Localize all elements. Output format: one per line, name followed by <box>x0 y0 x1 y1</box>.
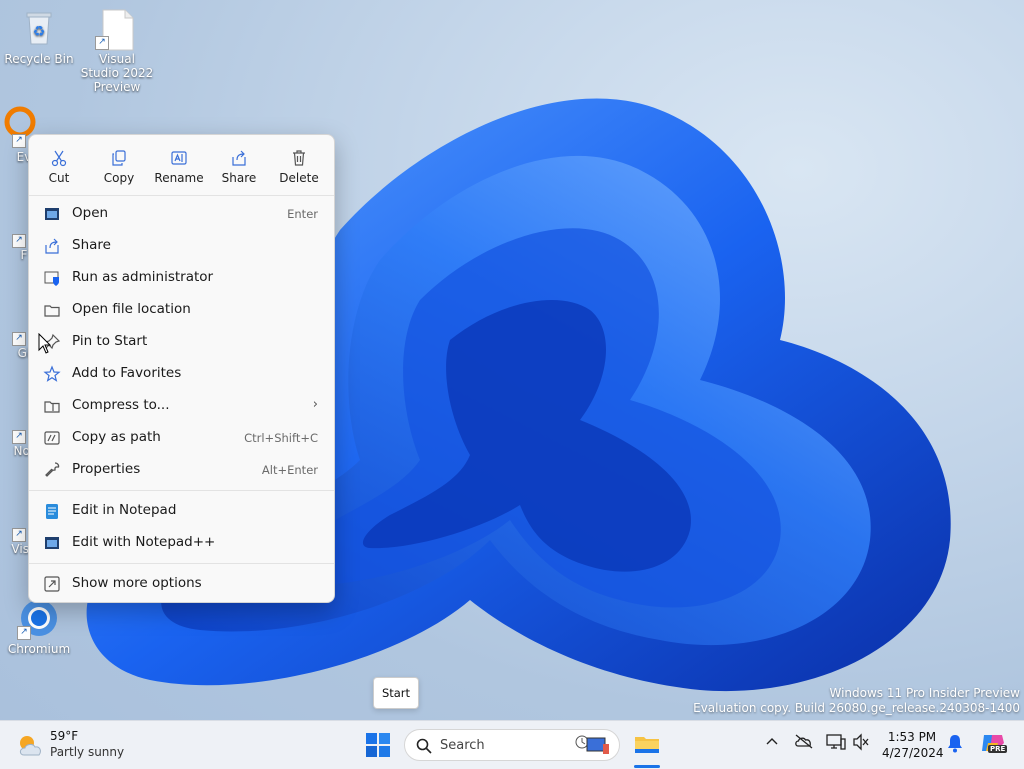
desktop-icon-label: Chromium <box>7 642 71 656</box>
shortcut-arrow-icon: ↗ <box>12 234 26 248</box>
menu-item-open[interactable]: Open Enter <box>29 198 334 230</box>
context-menu: Cut Copy Rename Share Delete Open Enter … <box>28 134 335 603</box>
clock-date: 4/27/2024 <box>882 746 944 760</box>
taskbar: 59°F Partly sunny Search 1:53 PM 4/27/20… <box>0 720 1024 769</box>
context-menu-quick-actions: Cut Copy Rename Share Delete <box>29 141 334 195</box>
search-highlight-icon <box>575 735 609 754</box>
desktop-icon-chromium[interactable]: ↗ Chromium <box>1 598 77 656</box>
cloud-offline-icon <box>795 734 813 749</box>
rename-icon <box>171 151 187 165</box>
shortcut-arrow-icon: ↗ <box>12 528 26 542</box>
file-explorer-icon <box>635 737 659 753</box>
menu-divider <box>29 563 334 564</box>
shortcut-arrow-icon: ↗ <box>12 134 26 148</box>
menu-item-edit-in-notepad[interactable]: Edit in Notepad <box>29 495 334 527</box>
recycle-bin-icon: ♻ <box>19 8 59 48</box>
delete-button[interactable]: Delete <box>269 141 329 195</box>
shortcut-arrow-icon: ↗ <box>17 626 31 640</box>
windows-logo-icon <box>366 733 390 757</box>
search-icon <box>416 738 432 754</box>
menu-divider <box>29 490 334 491</box>
shortcut-arrow-icon: ↗ <box>12 430 26 444</box>
taskbar-clock[interactable]: 1:53 PM 4/27/2024 <box>882 729 944 761</box>
file-explorer-button[interactable] <box>634 731 660 757</box>
chevron-up-icon <box>766 738 778 745</box>
cut-button[interactable]: Cut <box>29 141 89 195</box>
share-icon <box>232 150 246 166</box>
share-button[interactable]: Share <box>209 141 269 195</box>
svg-text:♻: ♻ <box>33 24 46 40</box>
menu-item-open-file-location[interactable]: Open file location <box>29 294 334 326</box>
copy-icon <box>112 150 126 166</box>
start-tooltip: Start <box>373 677 419 709</box>
rename-button[interactable]: Rename <box>149 141 209 195</box>
clock-time: 1:53 PM <box>887 730 937 744</box>
chevron-right-icon: › <box>312 397 318 412</box>
network-button[interactable] <box>826 733 848 755</box>
menu-divider <box>29 195 334 196</box>
watermark-line-1: Windows 11 Pro Insider Preview <box>829 686 1020 700</box>
menu-item-copy-as-path[interactable]: Copy as path Ctrl+Shift+C <box>29 422 334 454</box>
admin-shield-icon <box>44 271 59 286</box>
zip-folder-icon <box>44 401 60 413</box>
menu-item-pin-to-start[interactable]: Pin to Start <box>29 326 334 358</box>
notepad-icon <box>46 504 58 519</box>
start-button[interactable] <box>364 731 392 759</box>
menu-item-properties[interactable]: Properties Alt+Enter <box>29 454 334 486</box>
folder-icon <box>44 305 60 317</box>
notepadpp-icon <box>45 537 59 549</box>
desktop-icon-recycle-bin[interactable]: ♻ Recycle Bin <box>1 8 77 66</box>
weather-widget[interactable]: 59°F Partly sunny <box>14 727 134 763</box>
network-icon <box>826 734 846 750</box>
copy-button[interactable]: Copy <box>89 141 149 195</box>
show-hidden-icons-button[interactable] <box>764 733 786 755</box>
onedrive-button[interactable] <box>794 733 816 755</box>
menu-item-show-more-options[interactable]: Show more options <box>29 568 334 600</box>
app-window-icon <box>45 208 59 220</box>
scissors-icon <box>51 150 67 167</box>
menu-item-share[interactable]: Share <box>29 230 334 262</box>
trash-icon <box>293 150 305 166</box>
bell-icon <box>948 735 962 753</box>
desktop-icon-label: Recycle Bin <box>4 52 74 66</box>
desktop-icon-visual-studio[interactable]: ↗ Visual Studio 2022 Preview <box>79 8 155 94</box>
watermark-line-2: Evaluation copy. Build 26080.ge_release.… <box>693 701 1020 715</box>
taskbar-search[interactable]: Search <box>404 729 620 761</box>
more-options-icon <box>44 576 60 592</box>
volume-button[interactable] <box>852 733 874 755</box>
partly-sunny-icon <box>19 736 41 756</box>
mouse-cursor-icon <box>38 333 52 354</box>
menu-item-compress-to[interactable]: Compress to... › <box>29 390 334 422</box>
menu-item-edit-with-notepadpp[interactable]: Edit with Notepad++ <box>29 527 334 559</box>
shortcut-arrow-icon: ↗ <box>12 332 26 346</box>
menu-item-add-to-favorites[interactable]: Add to Favorites <box>29 358 334 390</box>
wrench-icon <box>45 462 60 477</box>
file-icon: ↗ <box>95 8 137 51</box>
star-icon <box>43 365 61 382</box>
volume-muted-icon <box>853 733 869 751</box>
desktop-icon-label: Visual Studio 2022 Preview <box>80 52 154 94</box>
shortcut-arrow-icon: ↗ <box>95 36 109 50</box>
copilot-button[interactable]: PRE <box>980 731 1008 759</box>
share-icon <box>45 238 59 254</box>
copy-path-icon <box>44 431 60 445</box>
menu-item-run-as-admin[interactable]: Run as administrator <box>29 262 334 294</box>
copilot-pre-badge: PRE <box>988 745 1008 753</box>
chromium-icon: ↗ <box>17 598 59 640</box>
notifications-button[interactable] <box>946 733 968 755</box>
